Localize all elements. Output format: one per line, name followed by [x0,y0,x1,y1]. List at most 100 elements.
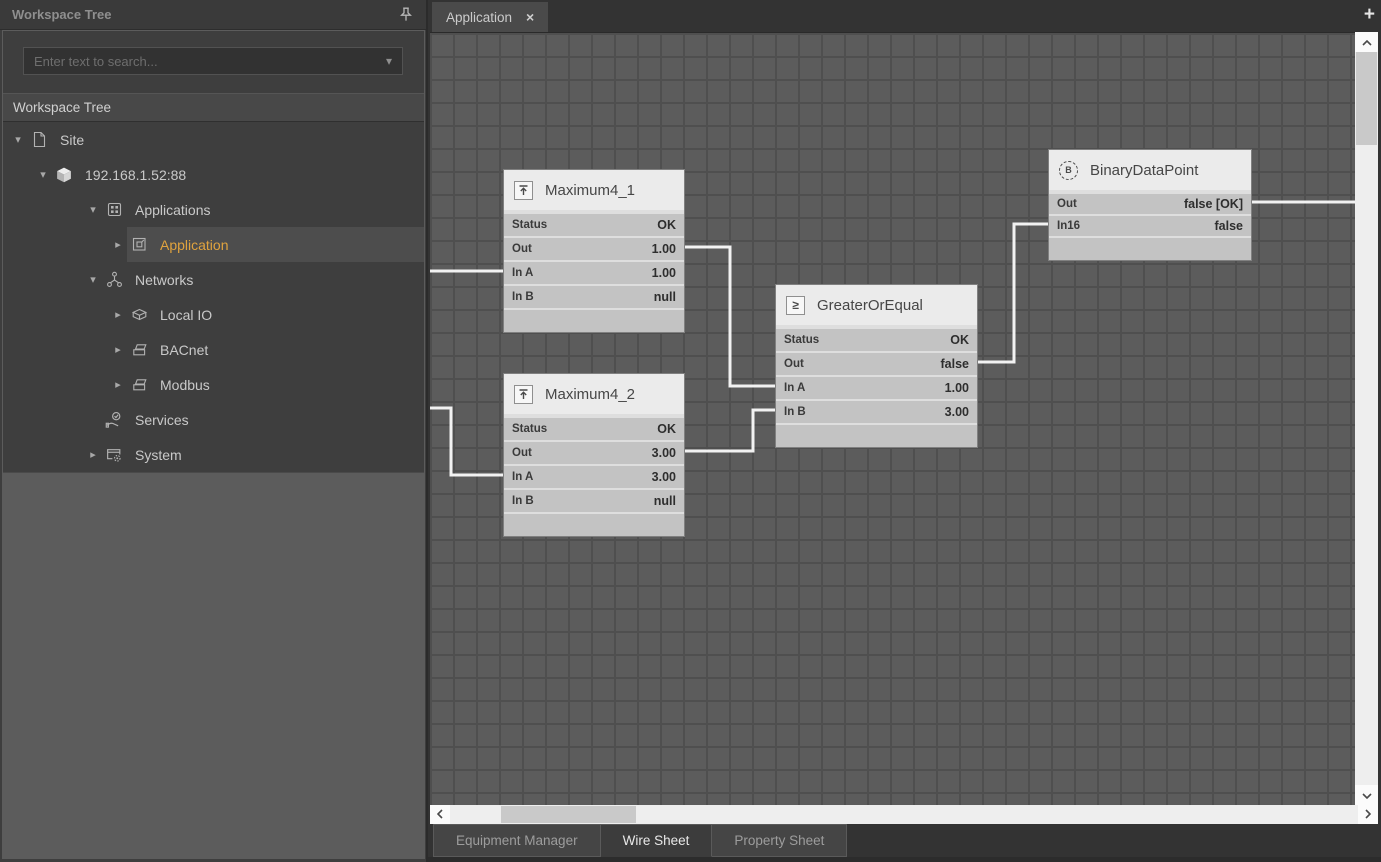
binary-point-icon: B [1059,161,1078,180]
network-icon [104,271,124,288]
services-icon [104,411,124,428]
tree-item-label: Modbus [160,377,210,393]
scroll-left-button[interactable] [430,805,450,824]
chevron-down-icon[interactable]: ▾ [386,54,392,68]
collapse-arrow-icon[interactable]: ▾ [84,273,102,286]
slot-value: OK [657,218,676,232]
block-slot-out[interactable]: Out3.00 [504,440,684,464]
wire-input-to-maximum4_2-inA[interactable] [430,408,503,475]
wire-maximum4_2-out-to-goe-inB[interactable] [685,410,775,451]
block-binarydatapoint[interactable]: BBinaryDataPointOutfalse [OK]In16false [1048,149,1252,261]
block-slot-status[interactable]: StatusOK [504,416,684,440]
view-tab-property-sheet[interactable]: Property Sheet [712,824,847,857]
chevron-right-icon [1365,806,1371,824]
add-tab-button[interactable]: + [1364,4,1375,26]
wire-maximum4_1-out-to-goe-inA[interactable] [685,247,775,386]
slot-label: In A [512,267,533,279]
block-maximum4_2[interactable]: Maximum4_2 StatusOKOut3.00 In A 3.00 In Bnul… [503,373,685,537]
scroll-right-button[interactable] [1358,805,1378,824]
vertical-scrollbar-thumb[interactable] [1356,52,1377,145]
tree-item-services[interactable]: Services [3,402,424,437]
tree-item-applications[interactable]: ▾Applications [3,192,424,227]
scroll-up-button[interactable] [1355,32,1378,52]
tree-item-body[interactable]: Application [127,227,424,262]
tree-item-application[interactable]: ▸Application [3,227,424,262]
scroll-down-button[interactable] [1355,785,1378,805]
expand-arrow-icon[interactable]: ▸ [109,378,127,391]
expand-arrow-icon[interactable]: ▸ [109,238,127,251]
slot-value: false [941,357,970,371]
tree-item-192-168-1-52-88[interactable]: ▾192.168.1.52:88 [3,157,424,192]
collapse-arrow-icon[interactable]: ▾ [9,133,27,146]
tree-item-body[interactable]: Applications [102,192,424,227]
block-header[interactable]: Maximum4_2 [504,374,684,416]
tree-item-label: Networks [135,272,193,288]
wire-sheet-canvas[interactable]: Maximum4_1StatusOKOut1.00In A1.00In Bnul… [430,32,1355,805]
chevron-down-icon [1362,786,1372,804]
tree-item-body[interactable]: Modbus [127,367,424,402]
horizontal-scrollbar-thumb[interactable] [501,806,636,823]
block-slot-in-b[interactable]: In Bnull [504,284,684,308]
vertical-scrollbar[interactable] [1355,32,1378,805]
tree-item-modbus[interactable]: ▸ Modbus [3,367,424,402]
sidebar-titlebar: Workspace Tree [0,0,426,30]
block-slot-status[interactable]: Status OK [504,212,684,236]
block-slot-out[interactable]: Outfalse [776,351,977,375]
expand-arrow-icon[interactable]: ▸ [109,343,127,356]
block-slot-in-a[interactable]: In A1.00 [504,260,684,284]
tree-item-system[interactable]: ▸System [3,437,424,472]
block-slot-in16[interactable]: In16false [1049,214,1251,236]
tree-item-networks[interactable]: ▾ Networks [3,262,424,297]
tree-item-body[interactable]: 192.168.1.52:88 [52,157,424,192]
block-slot-in-a[interactable]: In A 3.00 [504,464,684,488]
tree-item-body[interactable]: BACnet [127,332,424,367]
expand-arrow-icon[interactable]: ▸ [84,448,102,461]
slot-label: In A [512,471,533,483]
tree-item-body[interactable]: Services [102,402,424,437]
tab-application[interactable]: Application × [432,2,548,32]
close-icon[interactable]: × [526,10,534,24]
search-input[interactable]: Enter text to search... ▾ [23,47,403,75]
view-tab-wire-sheet[interactable]: Wire Sheet [601,824,713,857]
tree-item-body[interactable]: System [102,437,424,472]
block-title: Maximum4_2 [545,386,635,403]
slot-label: Out [1057,198,1077,210]
slot-value: 3.00 [652,470,676,484]
tree-item-local-io[interactable]: ▸Local IO [3,297,424,332]
horizontal-scrollbar[interactable] [430,805,1378,824]
block-greaterorequal[interactable]: ≥GreaterOrEqualStatusOKOutfalseIn A1.00I… [775,284,978,448]
slot-value: null [654,290,676,304]
block-slot-out[interactable]: Out1.00 [504,236,684,260]
chevron-up-icon [1362,33,1372,51]
chevron-left-icon [437,806,443,824]
slot-value: 3.00 [945,405,969,419]
block-slot-out[interactable]: Outfalse [OK] [1049,192,1251,214]
collapse-arrow-icon[interactable]: ▾ [34,168,52,181]
tree-item-bacnet[interactable]: ▸BACnet [3,332,424,367]
block-slot-in-b[interactable]: In Bnull [504,488,684,512]
slot-label: Status [512,423,547,435]
tree-item-body[interactable]: Networks [102,262,424,297]
pin-icon[interactable] [398,7,414,23]
system-icon [104,446,124,463]
tree-item-body[interactable]: Local IO [127,297,424,332]
view-tab-equipment-manager[interactable]: Equipment Manager [433,824,601,857]
application-icon [129,236,149,253]
tree-item-site[interactable]: ▾Site [3,122,424,157]
slot-value: false [1215,219,1244,233]
collapse-arrow-icon[interactable]: ▾ [84,203,102,216]
tree-item-body[interactable]: Site [27,122,424,157]
block-header[interactable]: Maximum4_1 [504,170,684,212]
document-icon [29,131,49,148]
block-slot-status[interactable]: StatusOK [776,327,977,351]
slot-label: Status [512,219,547,231]
block-footer [504,308,684,332]
expand-arrow-icon[interactable]: ▸ [109,308,127,321]
block-maximum4_1[interactable]: Maximum4_1 Status OK Out1.00In A1.00In Bnul… [503,169,685,333]
block-header[interactable]: ≥GreaterOrEqual [776,285,977,327]
wire-goe-out-to-binarydatapoint-in16[interactable] [978,224,1048,362]
block-header[interactable]: BBinaryDataPoint [1049,150,1251,192]
block-slot-in-b[interactable]: In B3.00 [776,399,977,423]
sidebar-title: Workspace Tree [12,7,111,22]
block-slot-in-a[interactable]: In A1.00 [776,375,977,399]
